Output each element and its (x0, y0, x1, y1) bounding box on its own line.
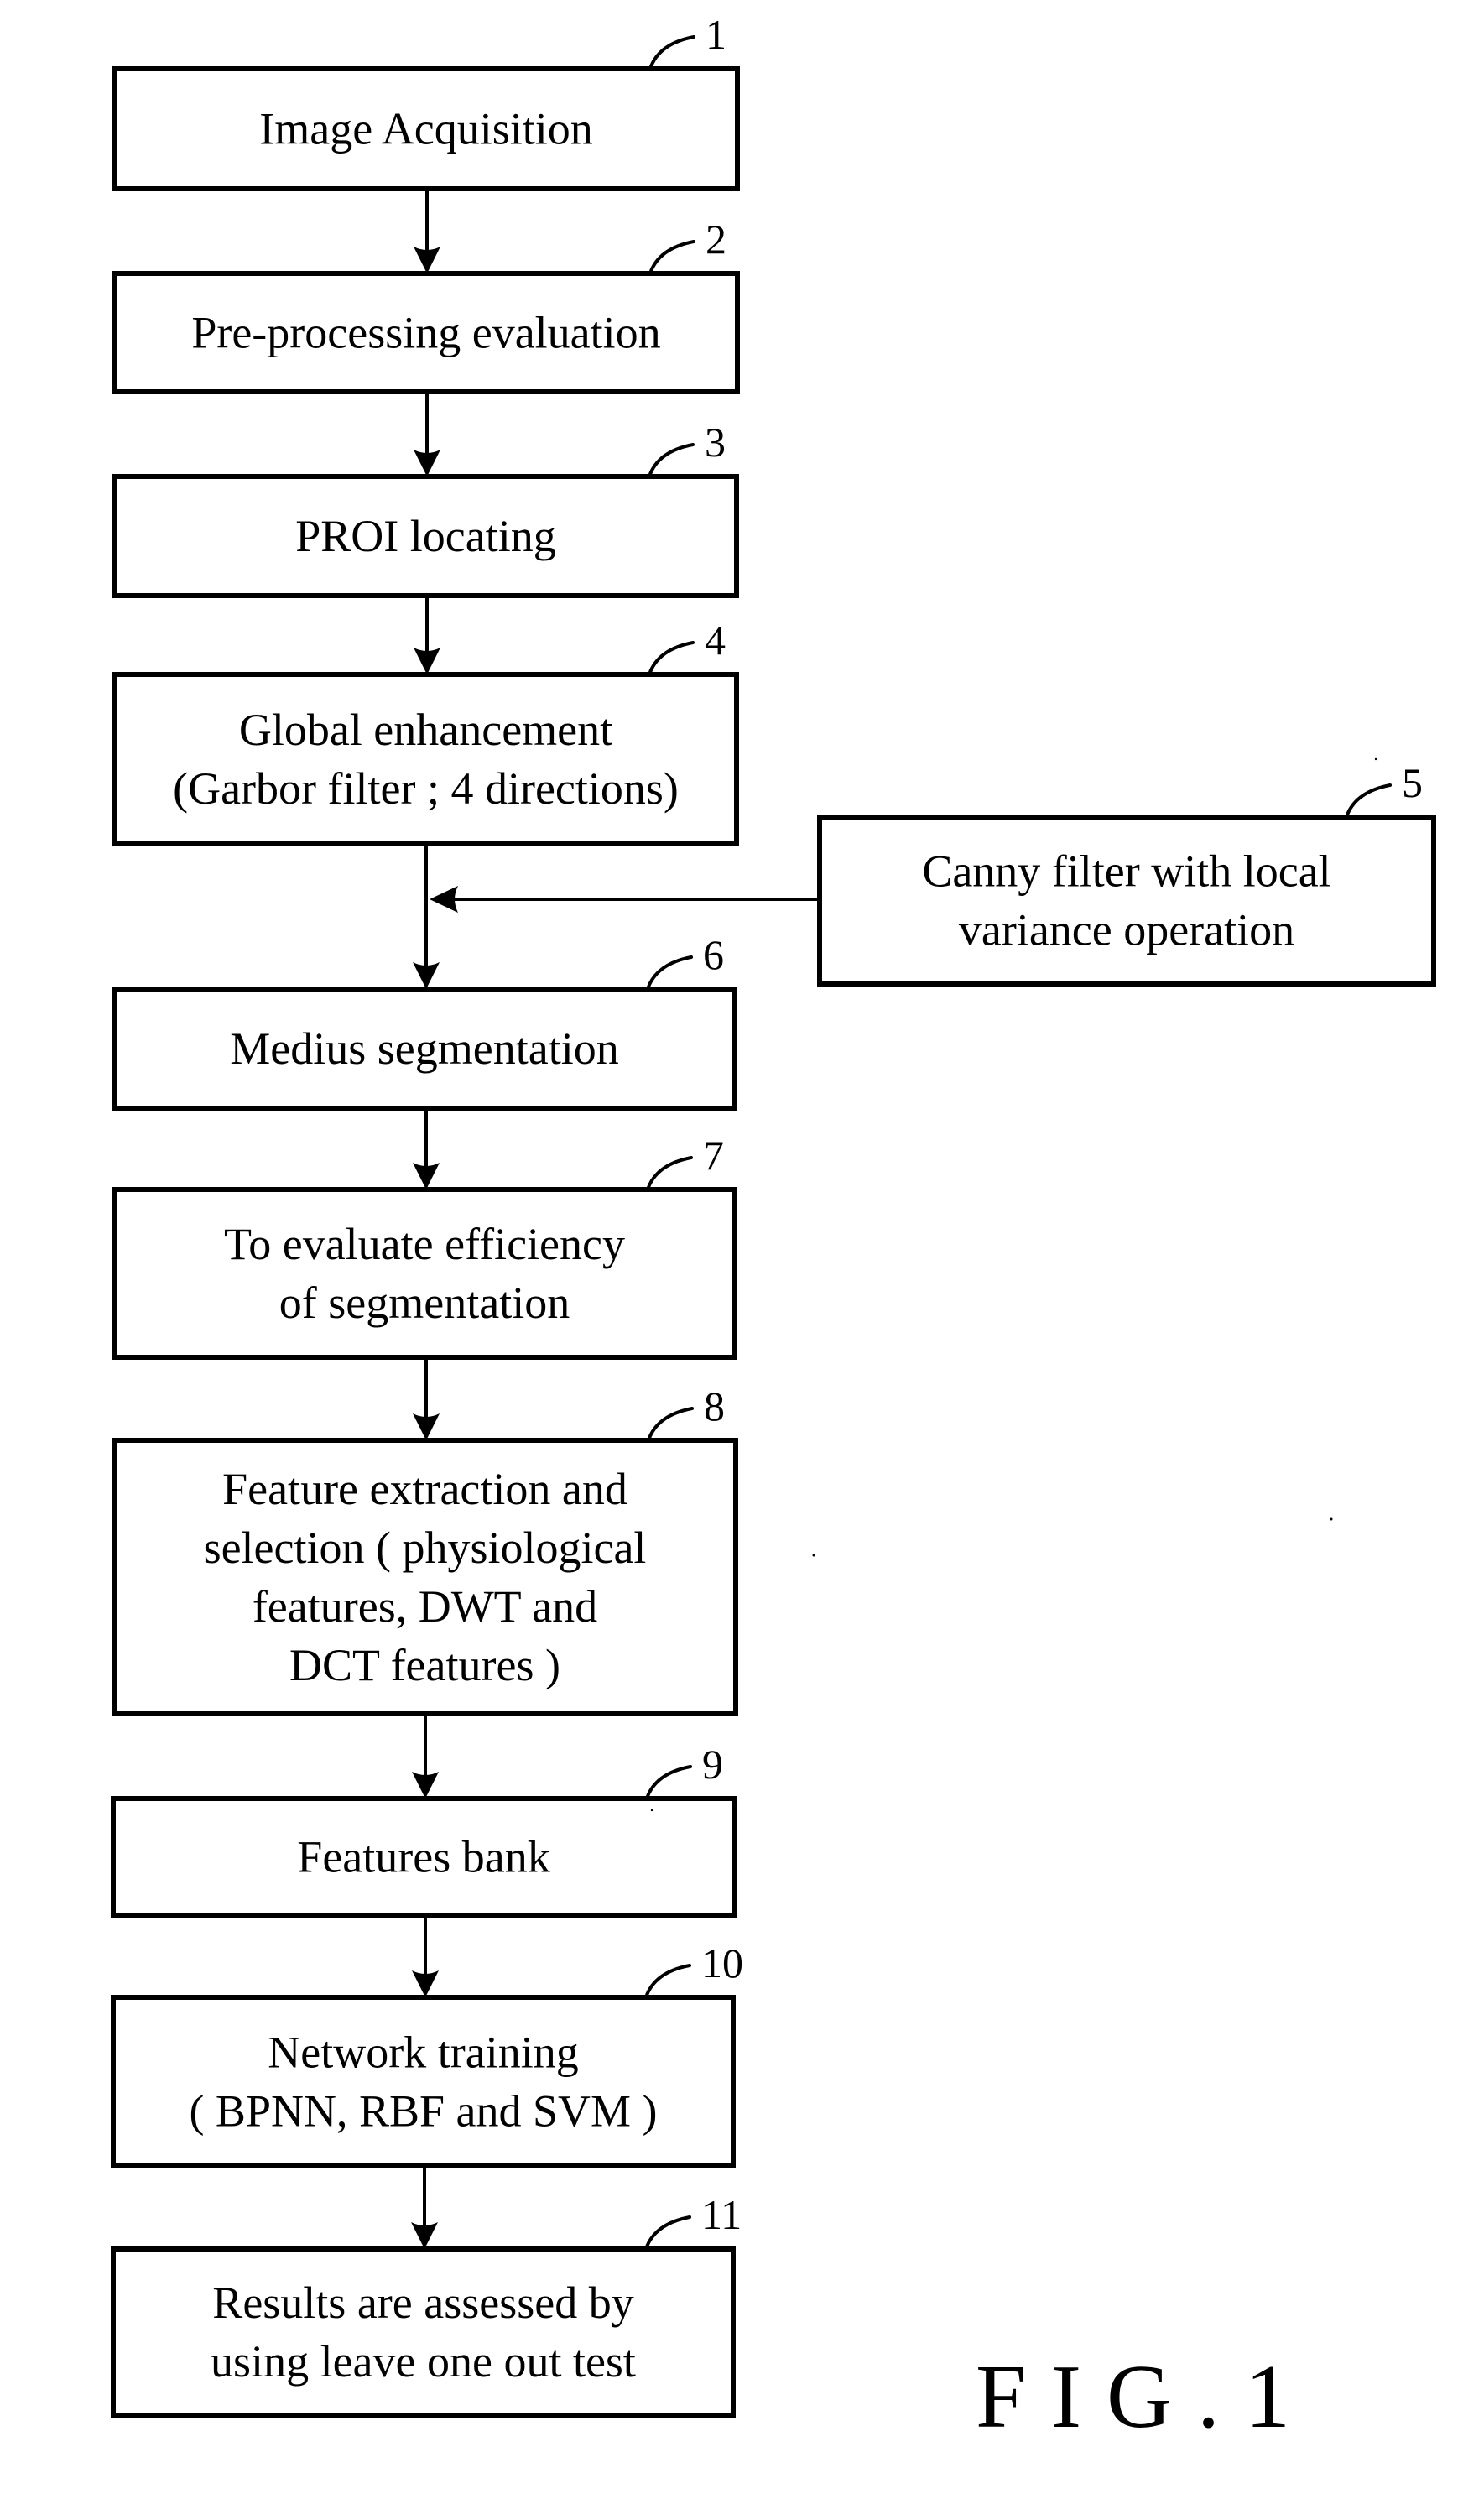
reference-numeral: 7 (703, 1132, 724, 1179)
step-label-line: Results are assessed by (212, 2278, 633, 2328)
arrowhead-down-icon (414, 247, 440, 273)
reference-numeral: 8 (704, 1382, 725, 1429)
arrowhead-down-icon (412, 1772, 439, 1799)
leader-line (645, 1765, 692, 1800)
step-label-line: (Garbor filter ; 4 directions) (173, 763, 679, 814)
step-box (817, 815, 1436, 987)
reference-numeral: 9 (702, 1741, 723, 1788)
step-box (112, 1187, 737, 1360)
step-label-line: ( BPNN, RBF and SVM ) (189, 2086, 657, 2137)
step-label-line: DCT features ) (289, 1640, 560, 1690)
reference-numeral: 10 (701, 1939, 743, 1986)
reference-numeral: 3 (705, 419, 726, 466)
reference-numeral: 1 (706, 11, 726, 58)
step-1: Image Acquisition 1 (112, 11, 740, 191)
leader-line (644, 2215, 691, 2251)
step-label-line: Image Acquisition (259, 104, 592, 154)
figure-caption: FIG.1 (976, 2347, 1315, 2447)
leader-line (646, 1156, 693, 1191)
scan-speck (1330, 1517, 1333, 1521)
leader-line (644, 1964, 691, 1999)
scan-speck (1374, 757, 1377, 761)
arrowhead-left-icon (430, 886, 458, 913)
arrowhead-down-icon (413, 1163, 440, 1190)
leader-line (648, 240, 695, 275)
reference-numeral: 6 (703, 931, 724, 978)
step-label-line: Canny filter with local (922, 846, 1330, 897)
step-box (111, 2246, 736, 2418)
scan-speck (812, 1554, 815, 1557)
step-10: Network training ( BPNN, RBF and SVM ) 10 (111, 1939, 743, 2168)
step-box (111, 1995, 736, 2168)
step-label-line: Network training (268, 2028, 578, 2078)
reference-numeral: 4 (705, 617, 726, 664)
arrowhead-down-icon (411, 2222, 438, 2249)
flowchart-figure: Image Acquisition 1 Pre-processing evaluat… (111, 11, 1436, 2447)
arrowhead-down-icon (414, 648, 440, 674)
arrowhead-down-icon (412, 1970, 439, 1997)
leader-line (1345, 783, 1392, 819)
step-box (112, 672, 739, 846)
leader-line (648, 641, 695, 676)
step-label-line: Medius segmentation (230, 1023, 618, 1074)
arrowhead-down-icon (414, 450, 440, 476)
reference-numeral: 2 (706, 216, 726, 263)
step-11: Results are assessed by using leave one o… (111, 2191, 742, 2418)
step-label-line: Features bank (297, 1832, 549, 1882)
leader-line (647, 1407, 694, 1442)
step-label-line: using leave one out test (211, 2336, 636, 2387)
step-label-line: PROI locating (295, 511, 555, 561)
step-label-line: Global enhancement (239, 705, 612, 755)
step-label-line: variance operation (959, 905, 1294, 955)
arrowhead-down-icon (413, 1413, 440, 1440)
scan-speck (650, 1809, 653, 1812)
leader-line (646, 955, 693, 991)
leader-line (648, 35, 695, 70)
step-label-line: selection ( physiological (204, 1523, 647, 1573)
reference-numeral: 11 (701, 2191, 742, 2238)
arrowhead-down-icon (413, 962, 440, 989)
step-label-line: To evaluate efficiency (224, 1219, 625, 1269)
step-5: Canny filter with local variance operatio… (817, 759, 1436, 987)
step-label-line: features, DWT and (253, 1581, 597, 1632)
leader-line (648, 443, 695, 478)
step-label-line: Feature extraction and (222, 1464, 627, 1514)
step-boxes: Image Acquisition 1 Pre-processing evaluat… (111, 11, 1436, 2418)
step-label-line: Pre-processing evaluation (191, 308, 660, 358)
reference-numeral: 5 (1402, 759, 1423, 806)
step-label-line: of segmentation (279, 1278, 570, 1328)
